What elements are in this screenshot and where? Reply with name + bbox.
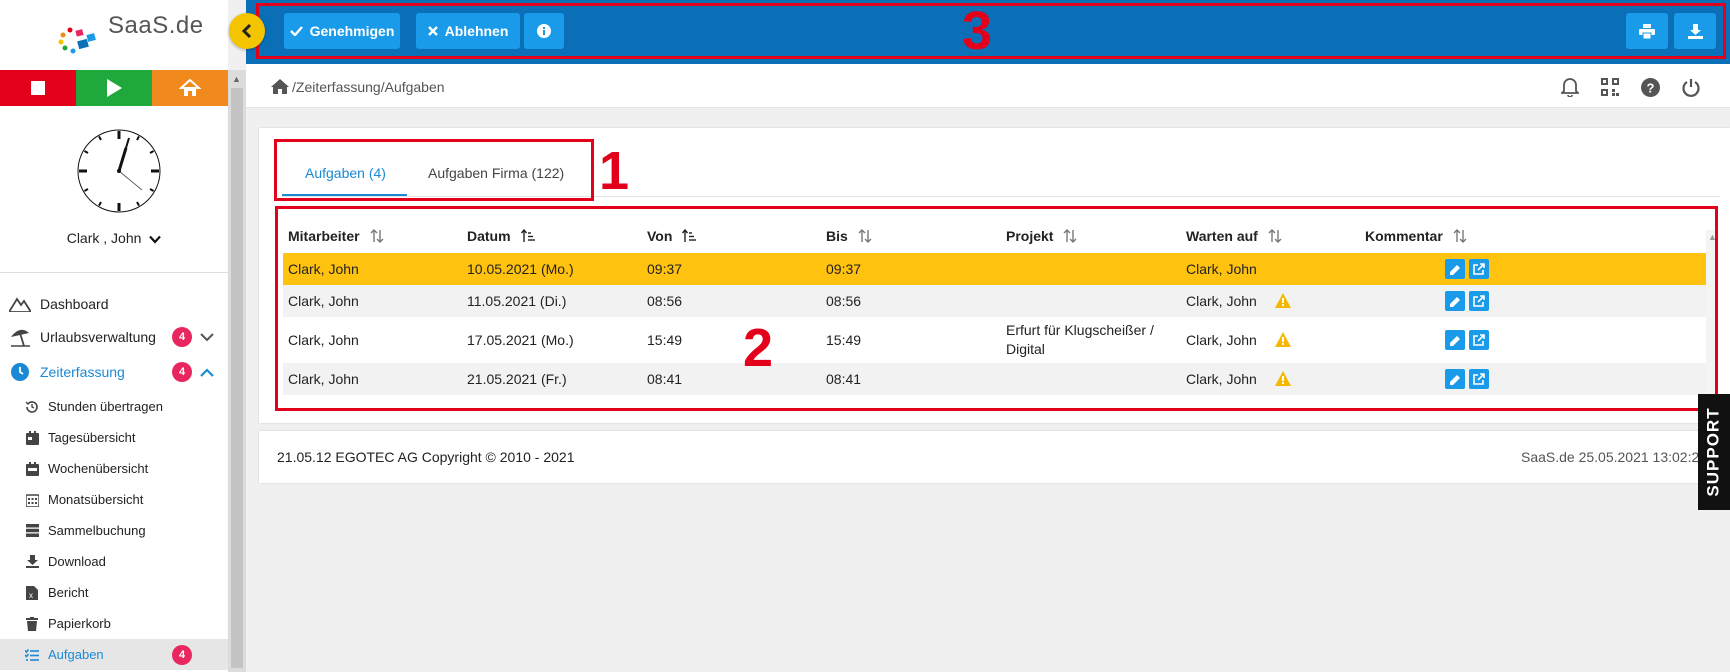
- sidebar-subitem-label: Download: [48, 554, 106, 569]
- sidebar-item-label: Dashboard: [40, 296, 109, 312]
- breadcrumb: /Zeiterfassung/Aufgaben: [270, 78, 445, 95]
- power-icon[interactable]: [1680, 76, 1702, 98]
- user-menu[interactable]: Clark , John: [0, 230, 228, 246]
- home-icon[interactable]: [270, 78, 290, 95]
- svg-text:x: x: [29, 591, 33, 600]
- support-tab[interactable]: SUPPORT: [1698, 394, 1730, 510]
- logo[interactable]: SaaS.de: [0, 0, 228, 70]
- sidebar-subitem-monatsuebersicht[interactable]: Monatsübersicht: [0, 484, 228, 515]
- stop-icon: [31, 81, 45, 95]
- version-timestamp: SaaS.de 25.05.2021 13:02:2: [1521, 449, 1700, 465]
- sidebar-subitem-label: Stunden übertragen: [48, 399, 163, 414]
- sidebar: SaaS.de Clark , John Dashboard Urlaubsve…: [0, 0, 228, 672]
- annotation-box-2: [275, 206, 1718, 411]
- breadcrumb-bar: /Zeiterfassung/Aufgaben ?: [246, 64, 1730, 108]
- sidebar-subitem-sammelbuchung[interactable]: Sammelbuchung: [0, 515, 228, 546]
- sidebar-item-label: Urlaubsverwaltung: [40, 329, 156, 345]
- logo-text: SaaS.de: [108, 12, 204, 39]
- sidebar-subitem-label: Papierkorb: [48, 616, 111, 631]
- sidebar-subitem-bericht[interactable]: x Bericht: [0, 577, 228, 608]
- calendar-day-icon: [24, 430, 40, 446]
- time-tracking-controls: [0, 70, 228, 106]
- sidebar-subitem-label: Sammelbuchung: [48, 523, 146, 538]
- chevron-up-icon[interactable]: [200, 367, 214, 377]
- mountain-icon: [9, 293, 31, 315]
- tasks-card: Aufgaben (4) Aufgaben Firma (122) 1 Mita…: [259, 128, 1730, 423]
- calendar-week-icon: [24, 461, 40, 477]
- breadcrumb-path[interactable]: /Zeiterfassung/Aufgaben: [292, 79, 445, 95]
- support-label: SUPPORT: [1704, 407, 1723, 497]
- sidebar-item-label: Zeiterfassung: [40, 364, 125, 380]
- sidebar-item-dashboard[interactable]: Dashboard: [0, 288, 228, 320]
- qr-code-icon[interactable]: [1599, 76, 1621, 98]
- action-toolbar: Genehmigen Ablehnen 3: [246, 0, 1730, 64]
- history-icon: [24, 399, 40, 415]
- sidebar-subitem-label: Aufgaben: [48, 647, 104, 662]
- annotation-number-2: 2: [743, 318, 774, 378]
- home-office-icon: [179, 79, 201, 96]
- annotation-box-1: [274, 139, 594, 201]
- chevron-left-icon: [241, 23, 252, 39]
- svg-text:?: ?: [1646, 80, 1654, 95]
- scrollbar-thumb[interactable]: [231, 88, 243, 668]
- sidebar-subitem-label: Wochenübersicht: [48, 461, 149, 476]
- sidebar-subitem-papierkorb[interactable]: Papierkorb: [0, 608, 228, 639]
- divider: [0, 272, 228, 273]
- trash-icon: [24, 616, 40, 632]
- stop-button[interactable]: [0, 70, 76, 106]
- collapse-sidebar-button[interactable]: [229, 13, 265, 49]
- sidebar-item-urlaubsverwaltung[interactable]: Urlaubsverwaltung 4: [0, 321, 228, 353]
- sidebar-subitem-download[interactable]: Download: [0, 546, 228, 577]
- user-name: Clark , John: [66, 230, 142, 246]
- sidebar-subitem-stunden-uebertragen[interactable]: Stunden übertragen: [0, 391, 228, 422]
- sidebar-scrollbar[interactable]: ▲: [228, 70, 246, 672]
- sidebar-subitem-label: Tagesübersicht: [48, 430, 136, 445]
- sidebar-item-zeiterfassung[interactable]: Zeiterfassung 4: [0, 356, 228, 388]
- sidebar-subitem-wochenuebersicht[interactable]: Wochenübersicht: [0, 453, 228, 484]
- bell-icon[interactable]: [1559, 76, 1581, 98]
- calendar-month-icon: [24, 492, 40, 508]
- sidebar-subitem-label: Monatsübersicht: [48, 492, 144, 507]
- task-list-icon: [24, 647, 40, 663]
- beach-umbrella-icon: [9, 326, 31, 348]
- excel-file-icon: x: [24, 585, 40, 601]
- logo-mark-icon: [58, 27, 96, 54]
- sidebar-subitem-aufgaben[interactable]: Aufgaben 4: [0, 639, 228, 670]
- analog-clock-icon: [77, 129, 161, 213]
- start-button[interactable]: [76, 70, 152, 106]
- chevron-down-icon: [149, 235, 162, 244]
- home-office-button[interactable]: [152, 70, 228, 106]
- clock-icon: [9, 361, 31, 383]
- help-icon[interactable]: ?: [1639, 76, 1661, 98]
- copyright-text: 21.05.12 EGOTEC AG Copyright © 2010 - 20…: [277, 449, 575, 465]
- annotation-number-3: 3: [962, 1, 993, 61]
- count-badge: 4: [172, 644, 192, 665]
- footer: 21.05.12 EGOTEC AG Copyright © 2010 - 20…: [259, 431, 1730, 483]
- play-icon: [107, 79, 122, 97]
- scroll-up-icon[interactable]: ▲: [232, 74, 241, 84]
- annotation-number-1: 1: [599, 141, 630, 201]
- count-badge: 4: [172, 327, 192, 347]
- count-badge: 4: [172, 362, 192, 382]
- download-icon: [24, 554, 40, 570]
- server-icon: [24, 523, 40, 539]
- chevron-down-icon[interactable]: [200, 332, 214, 342]
- sidebar-subitem-label: Bericht: [48, 585, 89, 600]
- sidebar-subitem-tagesuebersicht[interactable]: Tagesübersicht: [0, 422, 228, 453]
